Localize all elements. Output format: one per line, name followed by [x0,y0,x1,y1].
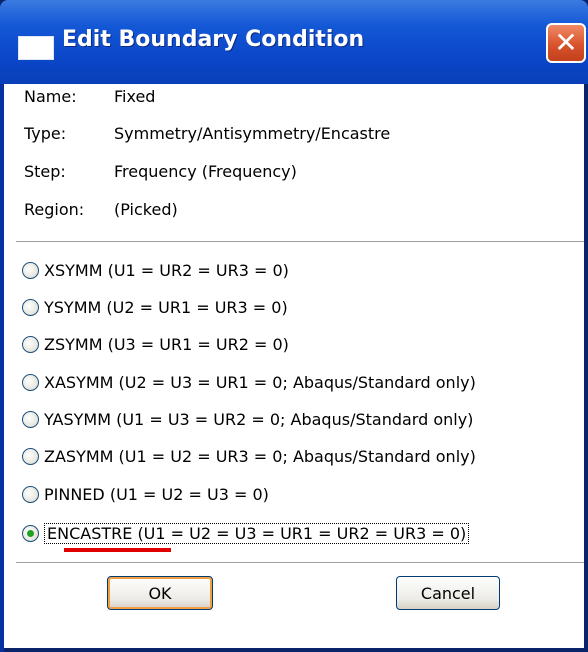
region-row: Region: (Picked) [24,200,178,219]
region-label: Region: [24,200,85,219]
type-row: Type: Symmetry/Antisymmetry/Encastre [24,124,390,143]
option-label: ZSYMM (U3 = UR1 = UR2 = 0) [44,335,289,354]
option-zsymm[interactable]: ZSYMM (U3 = UR1 = UR2 = 0) [22,335,289,354]
radio-button[interactable] [22,411,39,428]
radio-button[interactable] [22,486,39,503]
window-icon [18,36,54,60]
annotation-underline [64,548,171,552]
ok-button[interactable]: OK [107,576,213,610]
option-label: ENCASTRE (U1 = U2 = U3 = UR1 = UR2 = UR3… [44,523,470,544]
step-row: Step: Frequency (Frequency) [24,162,297,181]
option-label: YASYMM (U1 = U3 = UR2 = 0; Abaqus/Standa… [44,410,474,429]
option-pinned[interactable]: PINNED (U1 = U2 = U3 = 0) [22,485,269,504]
option-xsymm[interactable]: XSYMM (U1 = UR2 = UR3 = 0) [22,261,289,280]
option-label: YSYMM (U2 = UR1 = UR3 = 0) [44,298,288,317]
title-bar[interactable]: Edit Boundary Condition ✕ [0,0,588,84]
option-zasymm[interactable]: ZASYMM (U1 = U2 = UR3 = 0; Abaqus/Standa… [22,447,476,466]
step-label: Step: [24,162,66,181]
name-value: Fixed [114,87,156,106]
cancel-label: Cancel [420,583,476,603]
dialog-content: Name: Fixed Type: Symmetry/Antisymmetry/En… [4,84,584,648]
close-button[interactable]: ✕ [546,23,586,63]
cancel-button[interactable]: Cancel [396,576,500,610]
option-label: PINNED (U1 = U2 = U3 = 0) [44,485,269,504]
radio-button[interactable] [22,299,39,316]
type-value: Symmetry/Antisymmetry/Encastre [114,124,391,143]
ok-label: OK [148,583,172,603]
name-label: Name: [24,87,77,106]
region-value: (Picked) [114,200,178,219]
option-label: ZASYMM (U1 = U2 = UR3 = 0; Abaqus/Standa… [44,447,476,466]
option-label: XASYMM (U2 = U3 = UR1 = 0; Abaqus/Standa… [44,373,476,392]
option-ysymm[interactable]: YSYMM (U2 = UR1 = UR3 = 0) [22,298,288,317]
option-yasymm[interactable]: YASYMM (U1 = U3 = UR2 = 0; Abaqus/Standa… [22,410,473,429]
radio-button-selected[interactable] [22,525,39,542]
option-encastre[interactable]: ENCASTRE (U1 = U2 = U3 = UR1 = UR2 = UR3… [22,523,470,544]
separator-top [16,241,584,243]
separator-bottom [16,562,584,564]
radio-button[interactable] [22,262,39,279]
close-icon: ✕ [554,26,578,59]
radio-button[interactable] [22,336,39,353]
radio-button[interactable] [22,448,39,465]
radio-button[interactable] [22,374,39,391]
step-value: Frequency (Frequency) [114,162,297,181]
dialog-title: Edit Boundary Condition [62,27,365,52]
option-xasymm[interactable]: XASYMM (U2 = U3 = UR1 = 0; Abaqus/Standa… [22,373,476,392]
type-label: Type: [24,124,67,143]
name-row: Name: Fixed [24,87,155,106]
option-label: XSYMM (U1 = UR2 = UR3 = 0) [44,261,289,280]
